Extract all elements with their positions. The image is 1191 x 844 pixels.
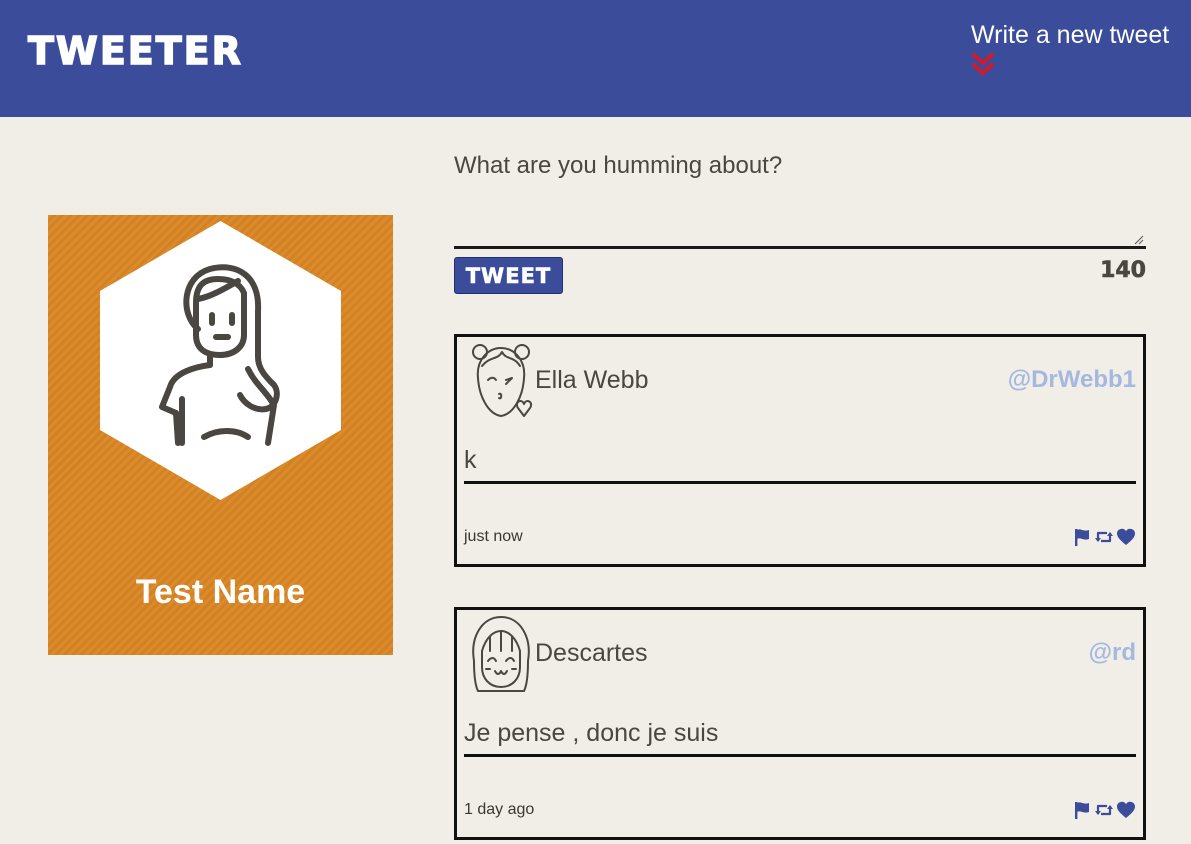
double-chevron-down-icon[interactable] xyxy=(971,52,995,78)
retweet-icon[interactable] xyxy=(1094,527,1114,547)
retweet-icon[interactable] xyxy=(1094,800,1114,820)
write-new-tweet-label[interactable]: Write a new tweet xyxy=(971,19,1181,51)
brand-logo[interactable]: TWEETER xyxy=(27,26,243,76)
tweet-card: Ella Webb @DrWebb1 k just now xyxy=(454,334,1146,567)
tweet-author-handle: @DrWebb1 xyxy=(1007,366,1136,393)
flag-icon[interactable] xyxy=(1072,527,1092,547)
profile-name: Test Name xyxy=(135,573,306,611)
write-new-tweet-toggle[interactable]: Write a new tweet xyxy=(971,19,1181,81)
tweet-avatar xyxy=(472,616,530,692)
profile-card: Test Name xyxy=(48,215,393,655)
tweet-author-name: Ella Webb xyxy=(535,366,649,394)
textarea-resize-handle[interactable] xyxy=(1134,235,1144,245)
compose-prompt-label: What are you humming about? xyxy=(454,152,783,179)
tweet-timestamp: just now xyxy=(464,528,523,545)
tweet-author-name: Descartes xyxy=(535,639,648,667)
tweet-timestamp: 1 day ago xyxy=(464,801,535,818)
tweet-author-handle: @rd xyxy=(1088,639,1136,666)
tweet-actions xyxy=(1072,799,1136,821)
heart-icon[interactable] xyxy=(1116,800,1136,820)
tweet-card: Descartes @rd Je pense , donc je suis 1 … xyxy=(454,607,1146,840)
profile-avatar xyxy=(100,221,341,500)
flag-icon[interactable] xyxy=(1072,800,1092,820)
tweet-submit-button[interactable]: TWEET xyxy=(454,257,563,294)
tweet-avatar xyxy=(472,344,533,417)
tweet-textarea[interactable] xyxy=(454,186,1146,249)
character-counter: 140 xyxy=(1100,258,1147,284)
heart-icon[interactable] xyxy=(1116,527,1136,547)
tweet-body: Je pense , donc je suis xyxy=(464,716,1136,757)
top-navbar: TWEETER Write a new tweet xyxy=(0,0,1191,117)
tweet-actions xyxy=(1072,526,1136,548)
tweet-body: k xyxy=(464,443,1136,484)
